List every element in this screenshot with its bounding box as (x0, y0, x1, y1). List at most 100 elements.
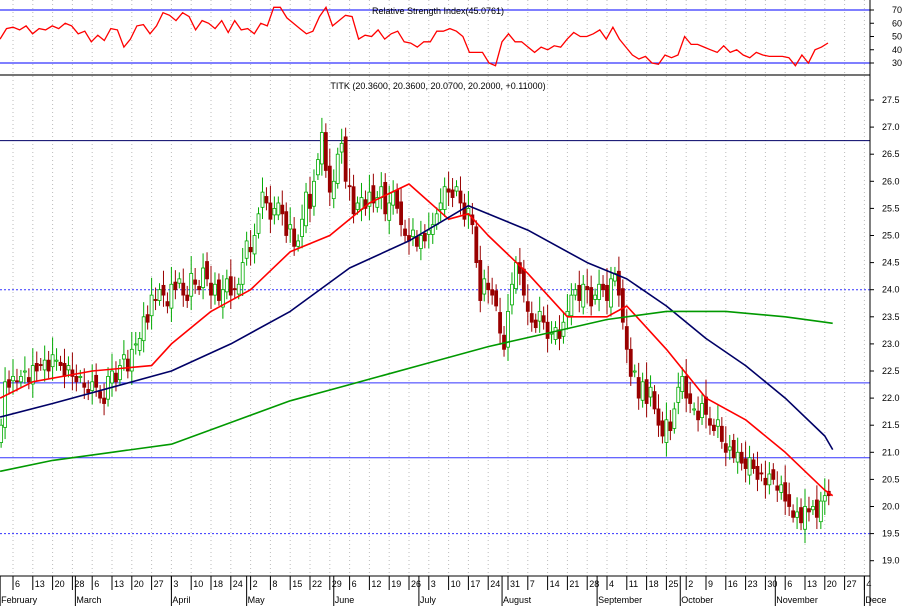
candle-body-up (90, 381, 95, 391)
candle-body-down (668, 421, 673, 432)
candle (335, 147, 340, 189)
candle (411, 218, 415, 247)
price-tick-label: 26.5 (882, 149, 900, 159)
week-tick-label: 24 (233, 579, 243, 589)
candle (161, 270, 166, 307)
candle-body-up (418, 235, 423, 249)
candle (446, 171, 451, 207)
candle-body-down (74, 376, 79, 383)
candle-body-up (169, 283, 174, 309)
rsi-tick-label: 50 (892, 32, 902, 42)
candle (304, 182, 308, 234)
candle-body-down (153, 299, 158, 301)
candle (165, 292, 170, 314)
rsi-tick-label: 30 (892, 58, 902, 68)
candle (803, 489, 807, 544)
candle (775, 471, 780, 502)
candle (589, 275, 594, 316)
week-tick-label: 26 (411, 579, 421, 589)
candle (19, 369, 23, 388)
candle (613, 266, 617, 287)
candle-body-down (248, 247, 253, 253)
week-tick-label: 28 (74, 579, 84, 589)
candle (363, 190, 368, 216)
candle-body-down (26, 377, 31, 383)
candle (818, 491, 823, 530)
price-tick-label: 21.5 (882, 420, 900, 430)
candle (217, 273, 221, 306)
candle-body-up (141, 316, 146, 342)
candle (331, 169, 336, 209)
candle (15, 368, 19, 392)
week-tick-label: 17 (470, 579, 480, 589)
candle-body-up (42, 359, 47, 371)
candle-body-up (244, 240, 249, 259)
candle (220, 275, 225, 319)
candle (371, 173, 376, 213)
week-tick-label: 19 (391, 579, 401, 589)
candle-body-up (648, 386, 653, 398)
candle-body-down (490, 289, 495, 296)
rsi-line (0, 5, 829, 67)
candle-body-down (723, 443, 728, 453)
candle-body-up (426, 229, 431, 235)
candle-body-down (589, 287, 594, 307)
candle (609, 266, 613, 317)
price-tick-label: 27.5 (882, 95, 900, 105)
candle (723, 426, 728, 467)
candle-body-down (688, 393, 693, 404)
week-tick-label: 27 (154, 579, 164, 589)
month-label: Dece (865, 595, 886, 605)
candle-body-up (811, 506, 815, 511)
candle-body-down (38, 364, 43, 366)
price-tick-label: 20.0 (882, 502, 900, 512)
week-tick-label: 4 (866, 579, 871, 589)
candle-body-down (474, 226, 479, 264)
candle-body-down (185, 294, 190, 301)
candle-body-up (569, 294, 574, 317)
candle (407, 218, 411, 255)
candle-body-down (478, 260, 483, 301)
candle-body-down (403, 228, 407, 236)
stock-chart: Relative Strength Index(45.0761) TITK (2… (0, 0, 902, 606)
week-tick-label: 6 (787, 579, 792, 589)
candle (585, 269, 590, 304)
candle-body-down (145, 314, 150, 323)
candle-body-down (347, 185, 352, 188)
candle (807, 496, 811, 522)
candle-body-down (181, 282, 186, 296)
candle-body-down (217, 279, 221, 301)
candle-body-up (391, 191, 396, 206)
candle (680, 367, 685, 399)
candle (137, 331, 142, 356)
candle-body-down (173, 281, 178, 291)
week-tick-label: 31 (510, 579, 520, 589)
candle (391, 180, 396, 215)
candle-body-down (280, 204, 285, 215)
candle (248, 230, 253, 266)
candle-body-down (82, 382, 87, 388)
candle (482, 269, 487, 302)
candle-body-down (743, 458, 748, 469)
price-tick-label: 21.0 (882, 447, 900, 457)
candle-body-down (193, 279, 198, 285)
candle-body-down (422, 232, 427, 242)
candle-body-down (46, 359, 51, 372)
candle-body-up (537, 310, 542, 322)
candle-body-down (161, 284, 166, 296)
candle (521, 259, 526, 303)
candle (814, 485, 819, 530)
candle-body-up (304, 191, 308, 227)
candle (632, 364, 637, 378)
price-tick-label: 27.0 (882, 122, 900, 132)
candle (593, 288, 598, 305)
candle (684, 359, 689, 412)
candle (533, 313, 538, 333)
candle-body-up (822, 495, 827, 502)
candle-body-down (383, 181, 388, 215)
candle-body-up (213, 283, 217, 296)
candle (676, 372, 681, 415)
week-tick-label: 6 (15, 579, 20, 589)
candle-body-up (510, 283, 514, 306)
candle-body-up (795, 511, 799, 518)
